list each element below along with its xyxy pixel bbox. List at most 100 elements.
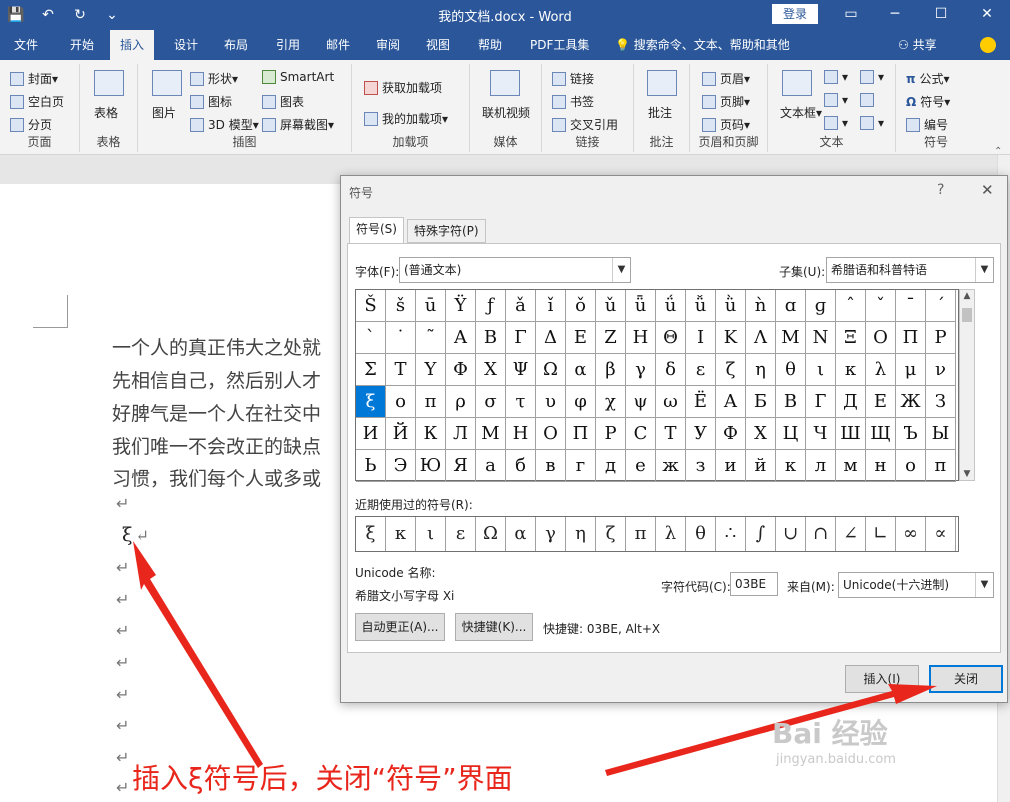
document-line[interactable]: 一个人的真正伟大之处就 [112,333,321,360]
recent-symbol-cell[interactable]: π [626,517,656,551]
font-select[interactable]: (普通文本) ▼ [399,257,631,283]
symbol-cell[interactable]: ƒ [476,290,506,322]
symbol-cell[interactable]: Φ [446,354,476,386]
symbol-cell[interactable]: Б [746,386,776,418]
recent-symbol-cell[interactable]: ∟ [866,517,896,551]
char-code-input[interactable]: 03BE [730,572,778,596]
symbol-cell[interactable]: Λ [746,322,776,354]
symbol-cell[interactable]: п [926,450,956,482]
symbol-cell[interactable]: к [776,450,806,482]
symbol-cell[interactable]: ε [686,354,716,386]
footer-button[interactable]: 页脚 ▾ [702,93,750,110]
symbol-cell[interactable]: Š [356,290,386,322]
symbol-cell[interactable]: Ζ [596,322,626,354]
symbol-cell[interactable]: ψ [626,386,656,418]
symbol-cell[interactable]: ǹ [746,290,776,322]
symbol-cell[interactable]: ˜ [416,322,446,354]
quick-parts-button[interactable]: ▾ [824,70,848,84]
symbol-cell[interactable]: γ [626,354,656,386]
symbol-cell[interactable]: ǎ [506,290,536,322]
symbol-cell[interactable]: Θ [656,322,686,354]
help-icon[interactable]: ? [937,182,944,198]
autocorrect-button[interactable]: 自动更正(A)... [355,613,445,641]
symbol-cell[interactable]: б [506,450,536,482]
symbol-cell[interactable]: ν [926,354,956,386]
document-line[interactable]: 习惯，我们每个人或多或 [112,464,321,491]
symbol-cell[interactable]: Ρ [926,322,956,354]
symbol-cell[interactable]: ˇ [866,290,896,322]
symbol-cell[interactable]: ǘ [656,290,686,322]
symbol-cell[interactable]: υ [536,386,566,418]
symbol-cell[interactable]: Ш [836,418,866,450]
recent-symbol-cell[interactable]: ∪ [776,517,806,551]
symbol-cell[interactable]: Σ [356,354,386,386]
tab-file[interactable]: 文件 [4,30,48,60]
scroll-up-icon[interactable]: ▲ [960,291,974,301]
close-window-icon[interactable]: ✕ [964,0,1010,30]
symbol-cell[interactable]: ζ [716,354,746,386]
page-break-button[interactable]: 分页 [10,116,52,133]
drop-cap-button[interactable]: ▾ [824,116,848,130]
icons-button[interactable]: 图标 [190,93,232,110]
symbol-cell[interactable]: Ц [776,418,806,450]
symbol-cell[interactable]: И [356,418,386,450]
symbol-cell[interactable]: й [746,450,776,482]
symbol-cell[interactable]: ǐ [536,290,566,322]
symbol-cell[interactable]: Ч [806,418,836,450]
save-icon[interactable]: 💾 [0,7,32,23]
symbol-cell[interactable]: К [416,418,446,450]
recent-symbol-cell[interactable]: ∩ [806,517,836,551]
recent-symbol-cell[interactable]: ∫ [746,517,776,551]
from-select[interactable]: Unicode(十六进制) ▼ [838,572,994,598]
symbol-cell[interactable]: Я [446,450,476,482]
recent-symbol-cell[interactable]: ∞ [896,517,926,551]
signature-line-button[interactable]: ▾ [860,70,884,84]
symbol-cell[interactable]: δ [656,354,686,386]
symbol-cell[interactable]: Н [506,418,536,450]
symbol-cell[interactable]: Ι [686,322,716,354]
maximize-icon[interactable]: ☐ [918,0,964,30]
inserted-xi-symbol[interactable]: ξ ↵ [122,524,149,546]
recent-symbol-cell[interactable]: λ [656,517,686,551]
symbol-cell[interactable]: Ё [686,386,716,418]
symbol-cell[interactable]: α [566,354,596,386]
wordart-button[interactable]: ▾ [824,93,848,107]
symbol-grid-scrollbar[interactable]: ▲ ▼ [959,289,975,481]
symbol-cell[interactable]: ū [416,290,446,322]
symbol-cell[interactable]: φ [566,386,596,418]
comment-button[interactable]: 批注 [648,104,672,121]
symbol-cell[interactable]: Γ [506,322,536,354]
recent-symbol-cell[interactable]: θ [686,517,716,551]
symbol-cell[interactable]: ˉ [896,290,926,322]
document-line[interactable]: 我们唯一不会改正的缺点 [112,432,321,459]
symbol-cell[interactable]: Δ [536,322,566,354]
symbol-cell[interactable]: л [806,450,836,482]
symbol-cell[interactable]: χ [596,386,626,418]
recent-symbol-cell[interactable]: ζ [596,517,626,551]
symbol-cell[interactable]: ο [386,386,416,418]
symbol-cell[interactable]: σ [476,386,506,418]
recent-symbol-cell[interactable]: η [566,517,596,551]
symbol-cell[interactable]: ˆ [836,290,866,322]
symbol-cell[interactable]: Ф [716,418,746,450]
symbol-cell[interactable]: и [716,450,746,482]
tab-insert[interactable]: 插入 [110,30,155,60]
customize-qat-icon[interactable]: ⌄ [96,7,128,23]
page-number-button[interactable]: 页码 ▾ [702,116,750,133]
tab-special-characters[interactable]: 特殊字符(P) [407,219,486,243]
symbol-cell[interactable]: ǜ [716,290,746,322]
screenshot-button[interactable]: 屏幕截图 ▾ [262,116,334,133]
symbol-cell[interactable]: η [746,354,776,386]
symbol-cell[interactable]: ж [656,450,686,482]
document-line[interactable]: 好脾气是一个人在社交中 [112,399,321,426]
feedback-smiley-icon[interactable] [980,37,996,53]
symbol-cell[interactable]: У [686,418,716,450]
symbol-cell[interactable]: З [926,386,956,418]
scroll-thumb[interactable] [962,308,972,322]
symbol-cell[interactable]: Π [896,322,926,354]
number-button[interactable]: 编号 [906,116,948,133]
symbol-cell[interactable]: н [866,450,896,482]
symbol-cell[interactable]: Ь [356,450,386,482]
smartart-button[interactable]: SmartArt [262,70,334,84]
symbol-cell[interactable]: Щ [866,418,896,450]
